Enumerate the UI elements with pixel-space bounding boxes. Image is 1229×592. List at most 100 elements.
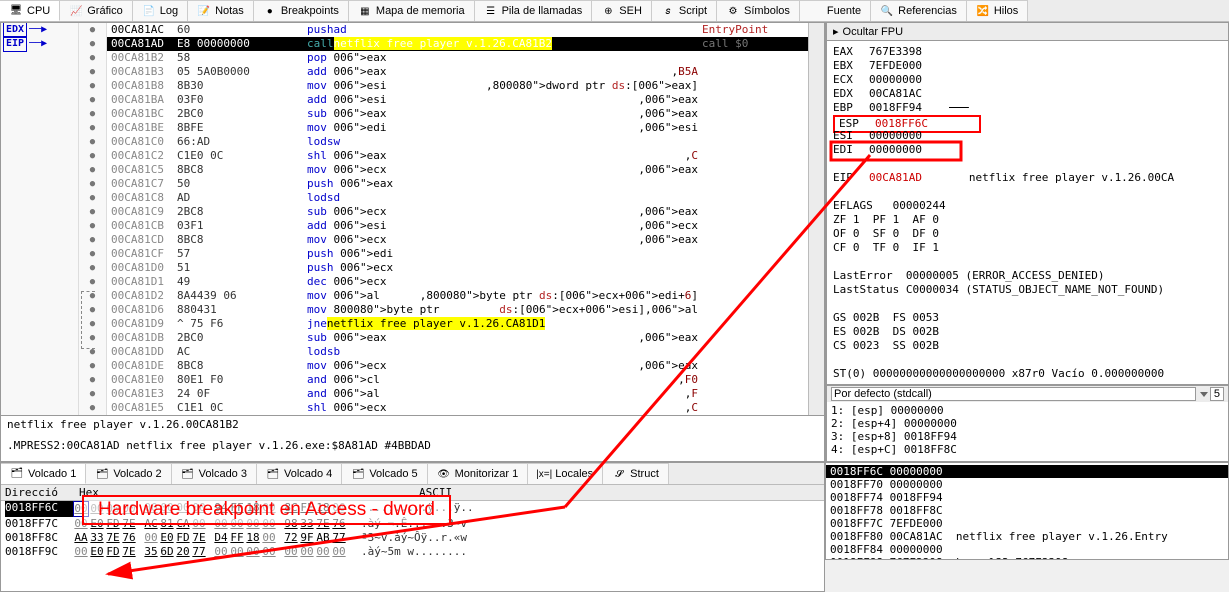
disasm-row[interactable]: 00CA81C750push 006">eax xyxy=(107,177,808,191)
disasm-row[interactable]: 00CA81DB2BC0sub 006">eax,006">eax xyxy=(107,331,808,345)
stack-row[interactable]: 0018FF88 767E3398 kernel32.767E3398 xyxy=(826,556,1228,560)
dump-tab-6[interactable]: |x=|Locales xyxy=(528,463,603,484)
disasm-row[interactable]: 00CA81BC2BC0sub 006">eax,006">eax xyxy=(107,107,808,121)
memory-dump-pane[interactable]: 🗂Volcado 1🗂Volcado 2🗂Volcado 3🗂Volcado 4… xyxy=(0,462,825,592)
disasm-row[interactable]: 00CA81C8ADlodsd xyxy=(107,191,808,205)
dump-icon: 🗂 xyxy=(351,467,365,481)
disasm-row[interactable]: 00CA81C066:ADlodsw xyxy=(107,135,808,149)
disasm-row[interactable]: 00CA81D9^ 75 F6jnenetflix free player v.… xyxy=(107,317,808,331)
tab-seh[interactable]: ⊕SEH xyxy=(592,0,652,21)
stack-arg: 3: [esp+8] 0018FF94 xyxy=(831,430,1224,443)
registers-pane[interactable]: EAX767E3398 EBX7EFDE000 ECX00000000 EDX0… xyxy=(826,41,1229,385)
register-eax[interactable]: EAX767E3398 xyxy=(833,45,1222,59)
stack-row[interactable]: 0018FF74 0018FF94 xyxy=(826,491,1228,504)
dump-tab-3[interactable]: 🗂Volcado 4 xyxy=(257,463,342,484)
dump-tab-0[interactable]: 🗂Volcado 1 xyxy=(1,463,86,484)
tab-mapa-de-memoria[interactable]: ▦Mapa de memoria xyxy=(349,0,475,21)
dump-icon: 🗂 xyxy=(10,467,24,481)
disasm-row[interactable]: 00CA81C58BC8mov 006">ecx,006">eax xyxy=(107,163,808,177)
register-edx[interactable]: EDX00CA81AC xyxy=(833,87,1222,101)
disasm-row[interactable]: 00CA81C2C1E0 0Cshl 006">eax,C xyxy=(107,149,808,163)
tab-icon: 📄 xyxy=(142,4,156,18)
dump-row[interactable]: 0018FF7C00E0FD7EAC81CA000000000098337E76… xyxy=(1,517,824,531)
disassembly-pane[interactable]: EDX──▶EIP──▶ ●●●●●●●●●●●●●●●●●●●●●●●●●●●… xyxy=(0,22,825,416)
stack-row[interactable]: 0018FF70 00000000 xyxy=(826,478,1228,491)
tab-hilos[interactable]: 🔀Hilos xyxy=(967,0,1028,21)
tab-icon: 𝑠 xyxy=(661,4,675,18)
stack-row[interactable]: 0018FF6C 00000000 xyxy=(826,465,1228,478)
dump-tab-4[interactable]: 🗂Volcado 5 xyxy=(342,463,427,484)
dump-row[interactable]: 0018FF8CAA337E7600E0FD7ED4FF1800729FAB77… xyxy=(1,531,824,545)
breakpoint-gutter[interactable]: ●●●●●●●●●●●●●●●●●●●●●●●●●●●●●● xyxy=(79,23,107,415)
disasm-row[interactable]: 00CA81E324 0Fand 006">al,F xyxy=(107,387,808,401)
register-edi[interactable]: EDI00000000 xyxy=(833,143,1222,157)
fpu-toggle[interactable]: ▸ Ocultar FPU xyxy=(826,22,1229,41)
tab-log[interactable]: 📄Log xyxy=(133,0,188,21)
dump-row[interactable]: 0018FF6C000000000000000094FF18008CFF1800… xyxy=(1,501,824,517)
stack-arg: 2: [esp+4] 00000000 xyxy=(831,417,1224,430)
disasm-row[interactable]: 00CA81C92BC8sub 006">ecx,006">eax xyxy=(107,205,808,219)
register-esi[interactable]: ESI00000000 xyxy=(833,129,1222,143)
disasm-scrollbar[interactable] xyxy=(808,23,824,415)
flags-row: OF 0 SF 0 DF 0 xyxy=(833,227,1222,241)
dump-icon: 👁 xyxy=(437,467,451,481)
tab-icon: ⊕ xyxy=(601,4,615,18)
register-ebp[interactable]: EBP0018FF94 xyxy=(833,101,1222,115)
segment-row: CS 0023 SS 002B xyxy=(833,339,1222,353)
register-ecx[interactable]: ECX00000000 xyxy=(833,73,1222,87)
tab-gráfico[interactable]: 📈Gráfico xyxy=(60,0,132,21)
stack-row[interactable]: 0018FF78 0018FF8C xyxy=(826,504,1228,517)
tab-cpu[interactable]: 🖥CPU xyxy=(0,0,60,21)
dump-icon: 𝓢 xyxy=(612,467,626,481)
tab-icon: ● xyxy=(263,4,277,18)
disasm-row[interactable]: 00CA81ADE8 00000000callnetflix free play… xyxy=(107,37,808,51)
dump-tab-7[interactable]: 𝓢Struct xyxy=(603,463,669,484)
dump-tab-2[interactable]: 🗂Volcado 3 xyxy=(172,463,257,484)
register-ebx[interactable]: EBX7EFDE000 xyxy=(833,59,1222,73)
dump-icon: 🗂 xyxy=(266,467,280,481)
disasm-row[interactable]: 00CA81BA03F0add 006">esi,006">eax xyxy=(107,93,808,107)
eflags: EFLAGS 00000244 xyxy=(833,199,1222,213)
disasm-row[interactable]: 00CA81AC60pushadEntryPoint xyxy=(107,23,808,37)
tab-fuente[interactable]: Fuente xyxy=(800,0,871,21)
dump-tab-1[interactable]: 🗂Volcado 2 xyxy=(86,463,171,484)
disasm-row[interactable]: 00CA81D28A4439 06mov 006">al,800080">byt… xyxy=(107,289,808,303)
flags-row: CF 0 TF 0 IF 1 xyxy=(833,241,1222,255)
dump-row[interactable]: 0018FF9C00E0FD7E356D20770000000000000000… xyxy=(1,545,824,559)
disasm-row[interactable]: 00CA81D149dec 006">ecx xyxy=(107,275,808,289)
disasm-row[interactable]: 00CA81B305 5A0B0000add 006">eax,B5A xyxy=(107,65,808,79)
stack-row[interactable]: 0018FF7C 7EFDE000 xyxy=(826,517,1228,530)
segment-row: ES 002B DS 002B xyxy=(833,325,1222,339)
tab-breakpoints[interactable]: ●Breakpoints xyxy=(254,0,349,21)
stack-pane[interactable]: 0018FF6C 000000000018FF70 000000000018FF… xyxy=(825,462,1229,560)
dump-header: Direcció Hex ASCII xyxy=(1,485,824,501)
disasm-row[interactable]: 00CA81E5C1E1 0Cshl 006">ecx,C xyxy=(107,401,808,415)
stack-row[interactable]: 0018FF84 00000000 xyxy=(826,543,1228,556)
callconv-selector[interactable]: Por defecto (stdcall) 5 xyxy=(826,385,1229,402)
tab-pila-de-llamadas[interactable]: ☰Pila de llamadas xyxy=(475,0,593,21)
tab-referencias[interactable]: 🔍Referencias xyxy=(871,0,967,21)
stack-row[interactable]: 0018FF80 00CA81AC netflix free player v.… xyxy=(826,530,1228,543)
param-count[interactable]: 5 xyxy=(1210,387,1224,401)
tab-símbolos[interactable]: ⚙Símbolos xyxy=(717,0,800,21)
disasm-row[interactable]: 00CA81CB03F1add 006">esi,006">ecx xyxy=(107,219,808,233)
disasm-row[interactable]: 00CA81B258pop 006">eax xyxy=(107,51,808,65)
segment-row: GS 002B FS 0053 xyxy=(833,311,1222,325)
disasm-row[interactable]: 00CA81D051push 006">ecx xyxy=(107,261,808,275)
tab-notas[interactable]: 📝Notas xyxy=(188,0,254,21)
register-esp[interactable]: ESP0018FF6C xyxy=(833,115,1222,129)
disasm-row[interactable]: 00CA81DDAClodsb xyxy=(107,345,808,359)
disasm-row[interactable]: 00CA81CD8BC8mov 006">ecx,006">eax xyxy=(107,233,808,247)
disasm-row[interactable]: 00CA81BE8BFEmov 006">edi,006">esi xyxy=(107,121,808,135)
disasm-row[interactable]: 00CA81B88B30mov 006">esi,800080">dword p… xyxy=(107,79,808,93)
tab-script[interactable]: 𝑠Script xyxy=(652,0,717,21)
info-pane: netflix free player v.1.26.00CA81B2 .MPR… xyxy=(0,416,825,462)
disasm-row[interactable]: 00CA81E080E1 F0and 006">cl,F0 xyxy=(107,373,808,387)
disasm-row[interactable]: 00CA81D6880431mov 800080">byte ptr ds:[0… xyxy=(107,303,808,317)
disasm-row[interactable]: 00CA81DE8BC8mov 006">ecx,006">eax xyxy=(107,359,808,373)
disasm-row[interactable]: 00CA81CF57push 006">edi xyxy=(107,247,808,261)
stack-args-pane[interactable]: 1: [esp] 000000002: [esp+4] 000000003: [… xyxy=(826,402,1229,462)
dump-tab-5[interactable]: 👁Monitorizar 1 xyxy=(428,463,529,484)
tab-icon: ▦ xyxy=(358,4,372,18)
chevron-down-icon xyxy=(1200,392,1208,397)
